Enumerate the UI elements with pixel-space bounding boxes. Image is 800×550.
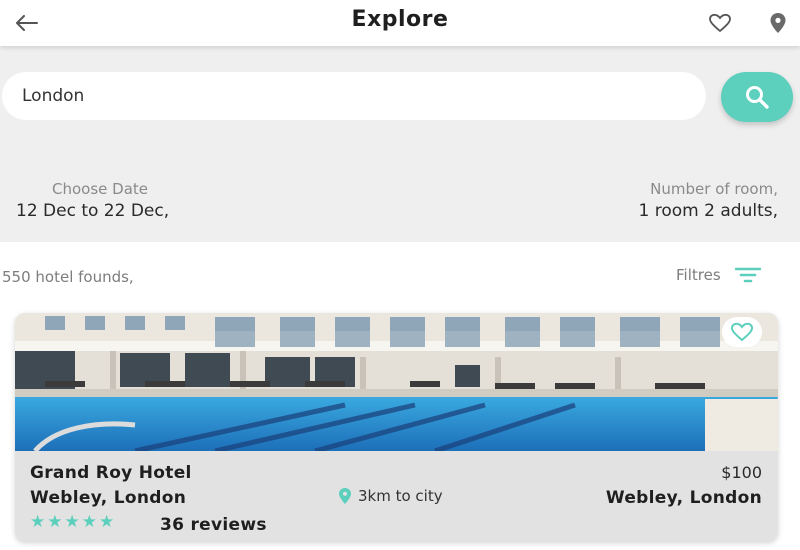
heart-icon bbox=[730, 322, 754, 342]
star-icon: ★ bbox=[64, 512, 80, 532]
map-pin-icon bbox=[770, 13, 786, 33]
page-title: Explore bbox=[351, 7, 449, 32]
search-input[interactable] bbox=[2, 72, 706, 120]
star-icon: ★ bbox=[81, 512, 97, 532]
map-button[interactable] bbox=[764, 8, 792, 38]
hotel-location-secondary: Webley, London bbox=[605, 488, 762, 508]
reviews-count[interactable]: 36 reviews bbox=[160, 515, 267, 535]
hotel-photo bbox=[15, 313, 778, 451]
search-button[interactable] bbox=[721, 72, 793, 122]
filters-label: Filtres bbox=[676, 266, 721, 284]
app-bar: Explore bbox=[0, 0, 800, 46]
hotel-price: $100 bbox=[721, 463, 762, 482]
heart-icon bbox=[709, 13, 731, 33]
date-picker[interactable]: Choose Date 12 Dec to 22 Dec, bbox=[16, 180, 169, 221]
distance-text: 3km to city bbox=[358, 487, 443, 505]
star-icon: ★ bbox=[99, 512, 115, 532]
distance-info: 3km to city bbox=[338, 487, 443, 505]
location-pin-icon bbox=[339, 488, 351, 504]
star-icon: ★ bbox=[47, 512, 63, 532]
star-icon: ★ bbox=[30, 512, 46, 532]
date-label: Choose Date bbox=[52, 180, 148, 198]
search-panel: Choose Date 12 Dec to 22 Dec, Number of … bbox=[0, 46, 800, 242]
star-rating: ★ ★ ★ ★ ★ bbox=[30, 514, 116, 531]
hotel-info: Grand Roy Hotel $100 Webley, London 3km … bbox=[15, 451, 778, 541]
card-favorite-button[interactable] bbox=[722, 317, 762, 347]
room-value: 1 room 2 adults, bbox=[638, 201, 778, 221]
room-picker[interactable]: Number of room, 1 room 2 adults, bbox=[639, 180, 778, 221]
search-icon bbox=[746, 86, 769, 109]
hotel-card[interactable]: Grand Roy Hotel $100 Webley, London 3km … bbox=[15, 313, 778, 541]
favorites-button[interactable] bbox=[705, 8, 735, 38]
filters-button[interactable]: Filtres bbox=[676, 266, 761, 284]
hotel-location: Webley, London bbox=[30, 488, 187, 508]
filter-icon bbox=[734, 267, 761, 283]
results-count: 550 hotel founds, bbox=[2, 268, 134, 286]
date-value: 12 Dec to 22 Dec, bbox=[16, 201, 170, 221]
hotel-name: Grand Roy Hotel bbox=[30, 463, 192, 483]
room-label: Number of room, bbox=[650, 180, 778, 198]
